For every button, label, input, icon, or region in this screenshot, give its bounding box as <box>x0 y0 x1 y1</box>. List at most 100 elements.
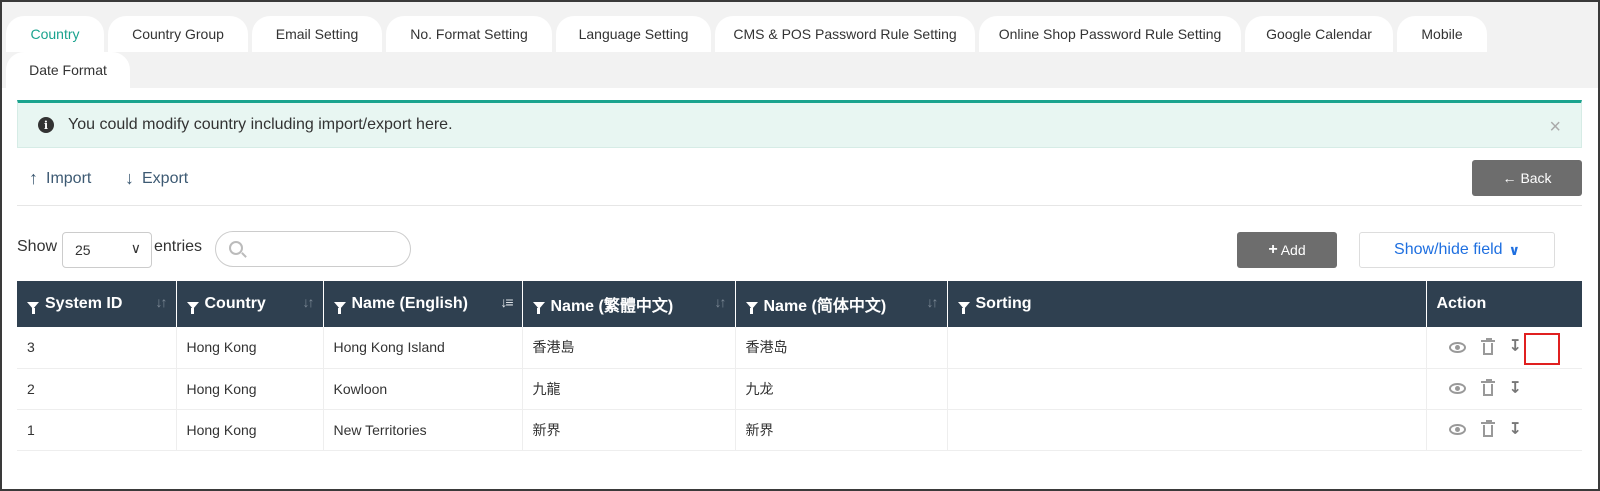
column-header-name-simplified-chinese[interactable]: Name (简体中文) ↓↑ <box>735 281 948 327</box>
tab-country-group[interactable]: Country Group <box>108 16 248 52</box>
column-header-system-id[interactable]: System ID ↓↑ <box>17 281 177 327</box>
delete-trash-icon[interactable] <box>1480 379 1495 396</box>
column-header-name-english[interactable]: Name (English) ↓≡ <box>323 281 523 327</box>
show-hide-field-button[interactable]: Show/hide field ∨ <box>1359 232 1555 268</box>
view-eye-icon[interactable] <box>1448 424 1466 435</box>
cell-name-simplified: 九龙 <box>735 368 948 410</box>
tab-language-setting[interactable]: Language Setting <box>556 16 711 52</box>
highlight-box <box>1523 333 1560 365</box>
view-eye-icon[interactable] <box>1448 383 1466 394</box>
tab-no-format-setting[interactable]: No. Format Setting <box>386 16 552 52</box>
filter-icon[interactable] <box>186 301 199 314</box>
filter-icon[interactable] <box>957 301 970 314</box>
column-header-name-traditional-chinese[interactable]: Name (繁體中文) ↓↑ <box>522 281 736 327</box>
cell-name-english: Hong Kong Island <box>323 327 523 369</box>
entries-label: entries <box>154 238 203 255</box>
settings-tabs: Country Country Group Email Setting No. … <box>6 16 1566 88</box>
cell-system-id: 2 <box>17 368 177 410</box>
cell-action: ↧ <box>1426 368 1582 410</box>
import-link[interactable]: ↑ Import <box>29 168 91 189</box>
cell-sorting <box>947 368 1427 410</box>
sort-icon[interactable]: ↓↑ <box>303 294 315 310</box>
cell-name-english: Kowloon <box>323 368 523 410</box>
tab-country[interactable]: Country <box>6 16 104 52</box>
tab-date-format[interactable]: Date Format <box>6 52 130 88</box>
show-label: Show <box>17 238 58 255</box>
tab-google-calendar[interactable]: Google Calendar <box>1245 16 1393 52</box>
filter-icon[interactable] <box>333 301 346 314</box>
cell-name-traditional: 新界 <box>522 409 736 451</box>
cell-name-english: New Territories <box>323 409 523 451</box>
column-label: Name (繁體中文) <box>550 298 674 315</box>
import-label: Import <box>46 169 92 187</box>
table-header-row: System ID ↓↑ Country ↓↑ Name (English) ↓… <box>17 281 1582 327</box>
sort-ascending-icon[interactable]: ↓≡ <box>500 294 513 310</box>
table-controls: Show 25 ∨ entries + Add Show/hide field … <box>17 228 1582 270</box>
move-down-icon[interactable]: ↧ <box>1509 421 1522 438</box>
arrow-up-icon: ↑ <box>29 168 38 188</box>
search-icon <box>229 241 243 255</box>
cell-action: ↧ <box>1426 409 1582 451</box>
tab-email-setting[interactable]: Email Setting <box>252 16 382 52</box>
arrow-down-icon: ↓ <box>125 168 134 188</box>
filter-icon[interactable] <box>27 301 39 314</box>
delete-trash-icon[interactable] <box>1480 420 1495 437</box>
import-export-bar: ↑ Import ↓ Export ← Back <box>17 160 1582 206</box>
delete-trash-icon[interactable] <box>1480 337 1495 355</box>
column-header-sorting[interactable]: Sorting <box>947 281 1427 327</box>
country-table: System ID ↓↑ Country ↓↑ Name (English) ↓… <box>17 281 1582 451</box>
plus-icon: + <box>1268 241 1278 258</box>
filter-icon[interactable] <box>532 301 545 314</box>
info-alert: i You could modify country including imp… <box>17 100 1582 148</box>
cell-sorting <box>947 327 1427 369</box>
column-label: Action <box>1436 295 1487 312</box>
cell-name-traditional: 香港島 <box>522 327 736 369</box>
cell-system-id: 1 <box>17 409 177 451</box>
column-header-action: Action <box>1426 281 1582 327</box>
column-label: Country <box>204 295 266 312</box>
cell-country: Hong Kong <box>176 327 324 369</box>
show-hide-label: Show/hide field <box>1394 241 1503 258</box>
add-button[interactable]: + Add <box>1237 232 1337 268</box>
view-eye-icon[interactable] <box>1448 341 1466 353</box>
cell-name-traditional: 九龍 <box>522 368 736 410</box>
search-input[interactable] <box>215 231 411 267</box>
sort-icon[interactable]: ↓↑ <box>156 294 168 310</box>
table-row: 1 Hong Kong New Territories 新界 新界 ↧ <box>17 409 1582 451</box>
chevron-down-icon: ∨ <box>130 240 141 256</box>
chevron-down-icon: ∨ <box>1508 241 1520 258</box>
column-label: System ID <box>45 295 123 312</box>
tab-cms-pos-password-rule[interactable]: CMS & POS Password Rule Setting <box>715 16 975 52</box>
cell-country: Hong Kong <box>176 368 324 410</box>
filter-icon[interactable] <box>745 301 758 314</box>
back-button[interactable]: ← Back <box>1472 160 1582 196</box>
arrow-left-icon: ← <box>1502 170 1517 186</box>
cell-system-id: 3 <box>17 327 177 369</box>
entries-select[interactable]: 25 ∨ <box>62 232 152 268</box>
cell-action: ↧ <box>1426 327 1582 369</box>
cell-sorting <box>947 409 1427 451</box>
table-row: 2 Hong Kong Kowloon 九龍 九龙 ↧ <box>17 368 1582 410</box>
sort-icon[interactable]: ↓↑ <box>927 294 939 310</box>
tab-online-shop-password-rule[interactable]: Online Shop Password Rule Setting <box>979 16 1241 52</box>
export-label: Export <box>142 169 189 187</box>
app-frame: Country Country Group Email Setting No. … <box>0 0 1600 491</box>
close-icon[interactable]: × <box>1549 116 1561 139</box>
back-label: Back <box>1520 170 1552 186</box>
sort-icon[interactable]: ↓↑ <box>715 294 727 310</box>
add-label: Add <box>1280 242 1306 258</box>
alert-text: You could modify country including impor… <box>68 116 453 133</box>
cell-name-simplified: 香港岛 <box>735 327 948 369</box>
move-down-icon[interactable]: ↧ <box>1509 339 1522 355</box>
column-header-country[interactable]: Country ↓↑ <box>176 281 324 327</box>
column-label: Sorting <box>975 295 1032 312</box>
cell-country: Hong Kong <box>176 409 324 451</box>
entries-value: 25 <box>75 242 91 258</box>
table-row: 3 Hong Kong Hong Kong Island 香港島 香港岛 ↧ <box>17 327 1582 369</box>
move-down-icon[interactable]: ↧ <box>1509 380 1522 397</box>
tab-mobile[interactable]: Mobile <box>1397 16 1487 52</box>
column-label: Name (简体中文) <box>763 298 887 315</box>
cell-name-simplified: 新界 <box>735 409 948 451</box>
info-icon: i <box>38 117 54 133</box>
export-link[interactable]: ↓ Export <box>125 168 188 189</box>
